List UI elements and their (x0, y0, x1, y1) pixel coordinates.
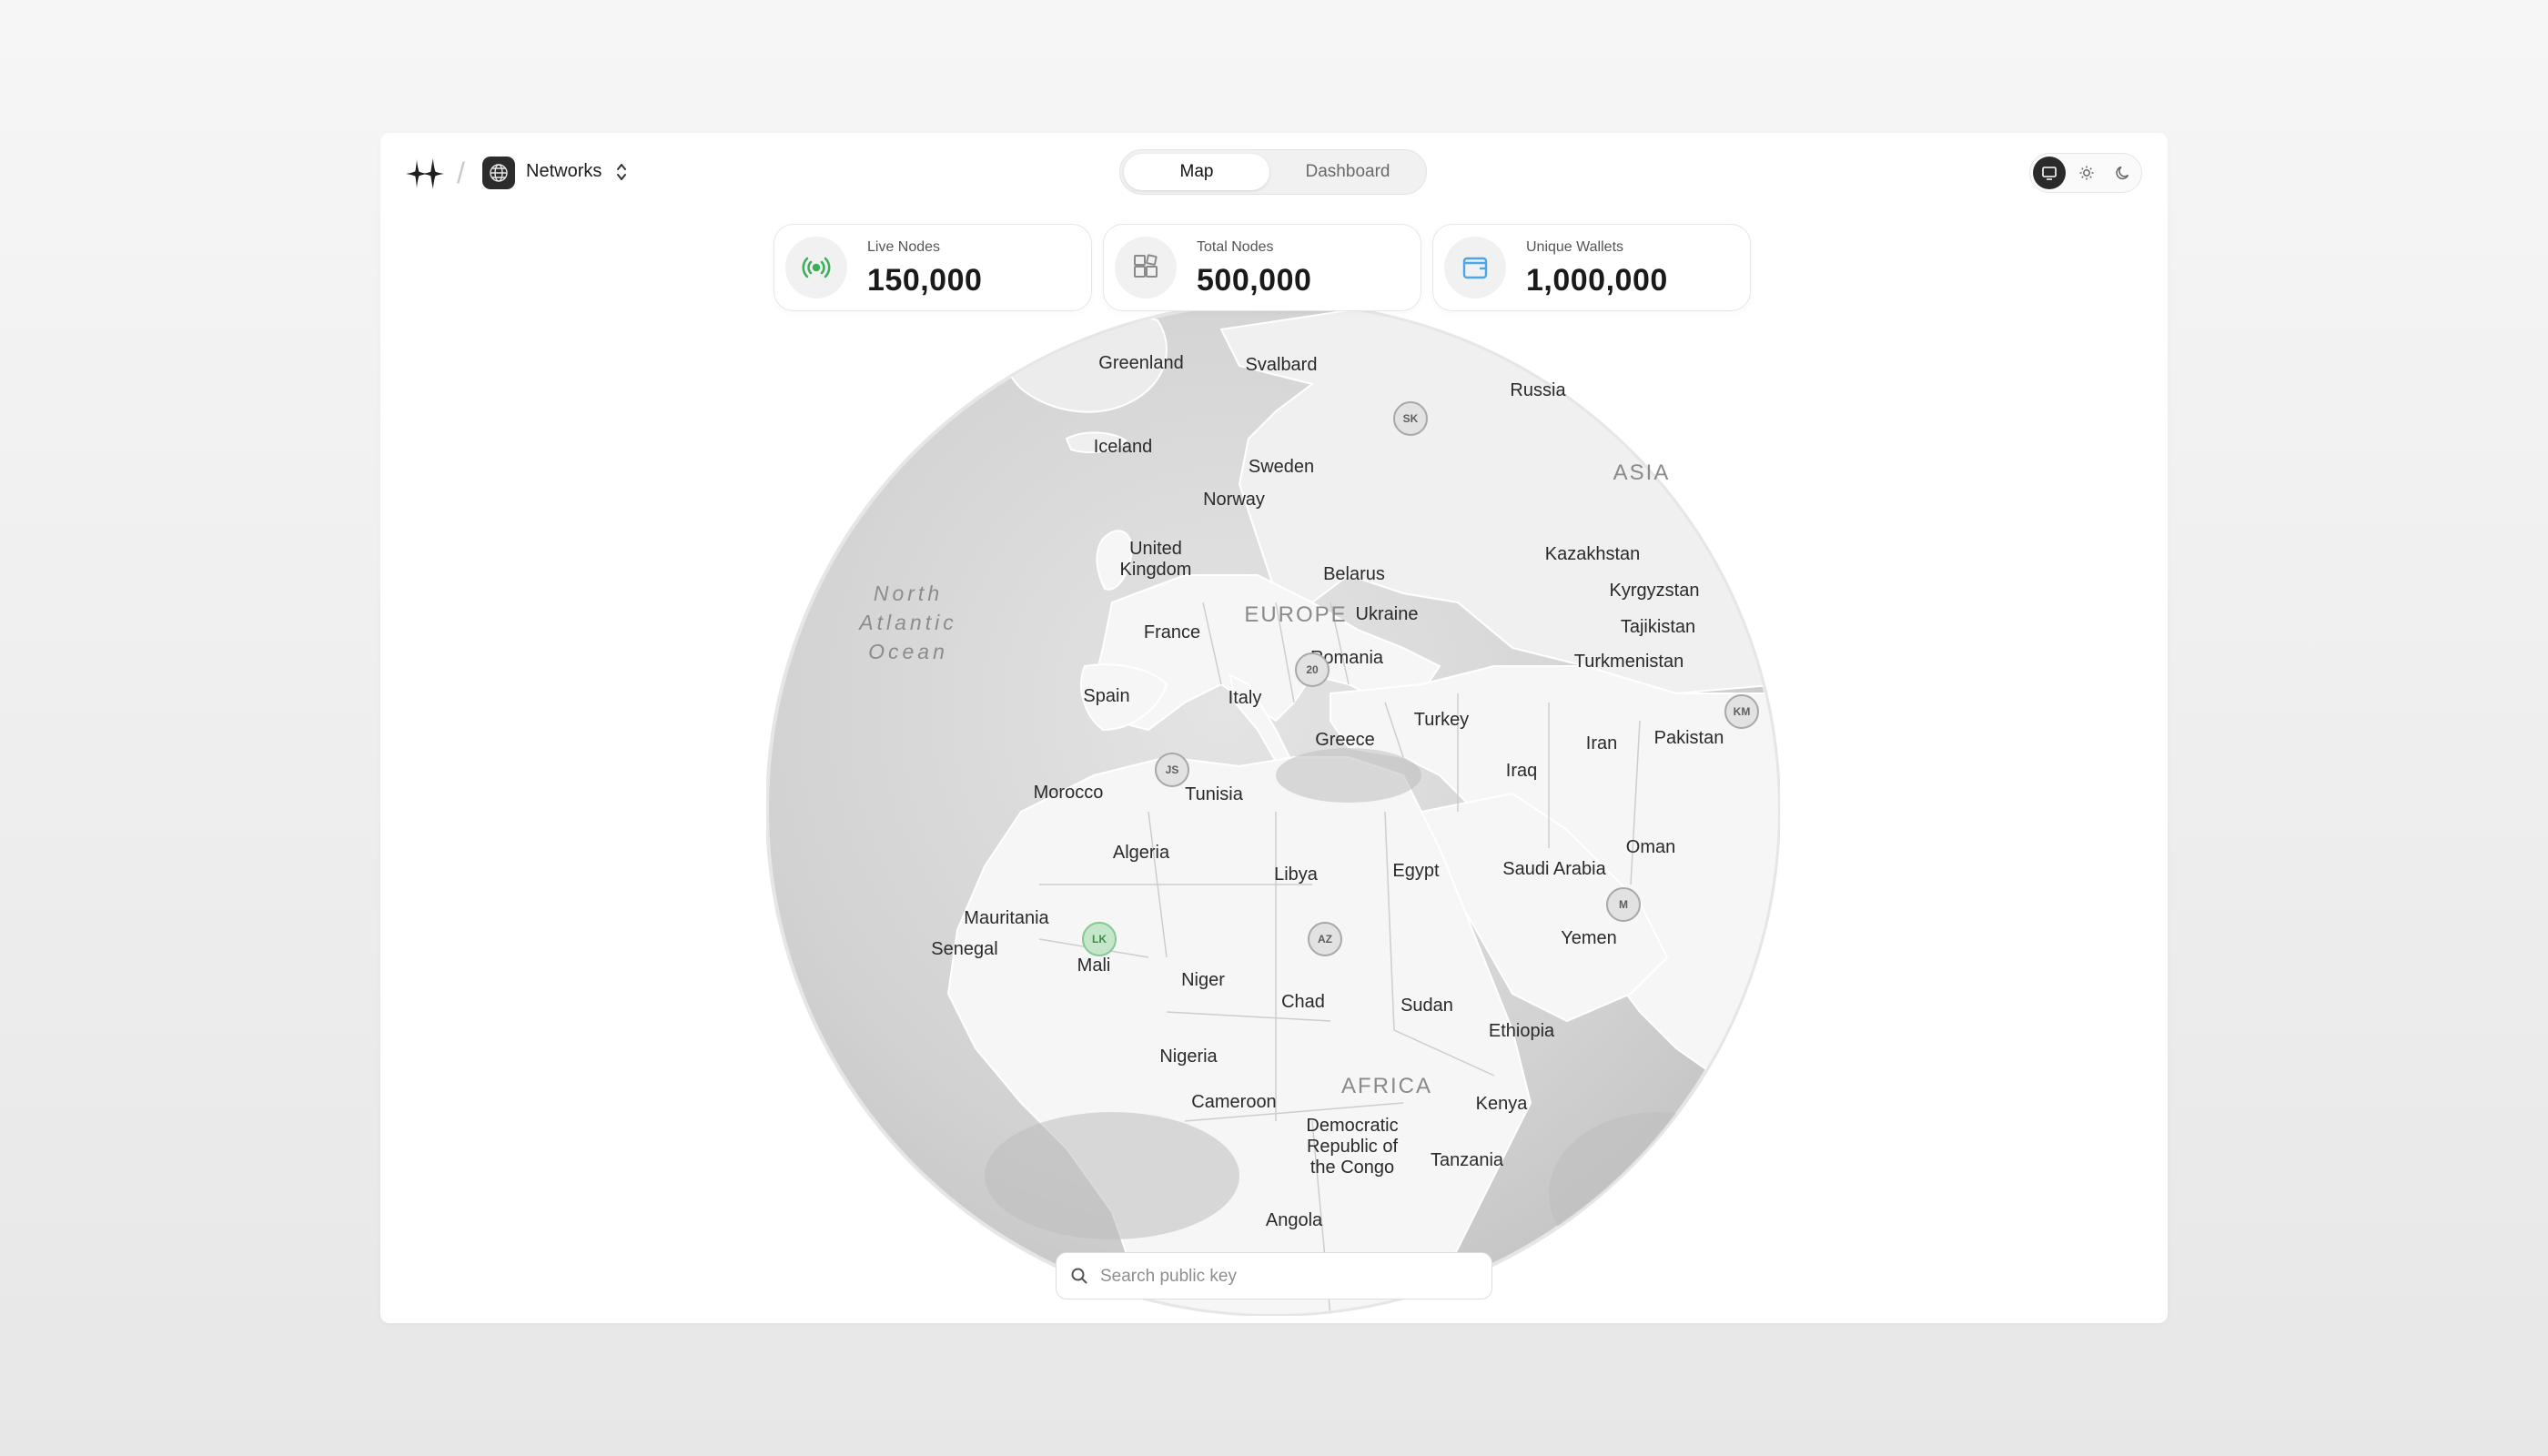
moon-icon[interactable] (2107, 157, 2139, 189)
stat-card-live-nodes: Live Nodes 150,000 (774, 224, 1092, 311)
map-label-italy: Italy (1228, 688, 1262, 708)
map-label-angola: Angola (1265, 1210, 1323, 1230)
stat-card-total-nodes: Total Nodes 500,000 (1103, 224, 1421, 311)
map-label-france: France (1143, 622, 1201, 642)
globe-icon[interactable] (482, 157, 515, 189)
sun-icon[interactable] (2070, 157, 2103, 189)
map-label-kenya: Kenya (1475, 1094, 1528, 1114)
map-label-tunisia: Tunisia (1185, 784, 1243, 804)
node-marker-sk[interactable]: SK (1393, 401, 1428, 436)
map-label-tajikistan: Tajikistan (1620, 617, 1696, 637)
map-label-asia: ASIA (1613, 460, 1671, 485)
node-marker-20[interactable]: 20 (1295, 652, 1330, 687)
grid-icon (1115, 237, 1177, 298)
map-label-mauritania: Mauritania (964, 908, 1049, 928)
broadcast-icon (785, 237, 847, 298)
view-tabs: Map Dashboard (1119, 149, 1427, 195)
map-label-ukraine: Ukraine (1355, 604, 1419, 624)
map-label-egypt: Egypt (1392, 861, 1440, 881)
stat-label: Unique Wallets (1526, 239, 1624, 255)
map-label-spain: Spain (1083, 686, 1130, 706)
node-marker-m[interactable]: M (1606, 887, 1641, 922)
map-label-yemen: Yemen (1561, 928, 1617, 948)
map-label-united-kingdom: United Kingdom (1119, 539, 1192, 580)
monitor-icon[interactable] (2033, 157, 2066, 189)
map-label-norway: Norway (1203, 490, 1265, 510)
map-label-iceland: Iceland (1093, 437, 1153, 457)
map-label-sweden: Sweden (1248, 457, 1315, 477)
map-label-oman: Oman (1625, 837, 1676, 857)
map-label-libya: Libya (1274, 864, 1318, 885)
map-label-europe: EUROPE (1244, 602, 1348, 627)
map-label-kazakhstan: Kazakhstan (1544, 544, 1641, 564)
map-label-chad: Chad (1281, 992, 1325, 1012)
map-label-svalbard: Svalbard (1245, 355, 1318, 375)
map-label-greenland: Greenland (1098, 353, 1184, 373)
map-label-russia: Russia (1510, 380, 1566, 400)
map-label-drc: Democratic Republic of the Congo (1306, 1116, 1399, 1178)
stat-card-unique-wallets: Unique Wallets 1,000,000 (1432, 224, 1751, 311)
map-label-nigeria: Nigeria (1159, 1046, 1218, 1067)
stat-value: 500,000 (1197, 263, 1312, 298)
network-selector-label[interactable]: Networks (526, 161, 602, 182)
chevron-up-down-icon[interactable] (615, 160, 628, 184)
node-marker-lk[interactable]: LK (1082, 922, 1117, 956)
map-label-morocco: Morocco (1033, 783, 1104, 803)
tab-dashboard[interactable]: Dashboard (1275, 154, 1421, 190)
map-label-iraq: Iraq (1505, 761, 1538, 781)
map-label-sudan: Sudan (1400, 996, 1453, 1016)
map-label-senegal: Senegal (931, 939, 998, 959)
map-label-saudi-arabia: Saudi Arabia (1502, 859, 1606, 879)
node-marker-km[interactable]: KM (1724, 694, 1759, 729)
stat-value: 150,000 (867, 263, 983, 298)
map-label-turkey: Turkey (1413, 710, 1470, 730)
breadcrumb-separator: / (457, 157, 465, 189)
wallet-icon (1444, 237, 1506, 298)
map-label-belarus: Belarus (1323, 564, 1385, 584)
map-label-niger: Niger (1181, 970, 1225, 990)
node-marker-js[interactable]: JS (1155, 753, 1189, 787)
stat-value: 1,000,000 (1526, 263, 1668, 298)
stat-label: Live Nodes (867, 239, 941, 255)
map-label-pakistan: Pakistan (1653, 728, 1724, 748)
map-label-tanzania: Tanzania (1430, 1150, 1504, 1170)
search-icon (1071, 1268, 1087, 1284)
search-public-key-input[interactable] (1098, 1260, 1484, 1293)
node-marker-az[interactable]: AZ (1308, 922, 1342, 956)
map-label-north-atlantic-ocean: North Atlantic Ocean (859, 581, 957, 663)
map-label-africa: AFRICA (1340, 1074, 1433, 1098)
tab-map[interactable]: Map (1124, 154, 1269, 190)
map-label-turkmenistan: Turkmenistan (1573, 652, 1684, 672)
map-label-mali: Mali (1077, 956, 1111, 976)
map-label-cameroon: Cameroon (1191, 1092, 1277, 1112)
map-label-kyrgyzstan: Kyrgyzstan (1609, 581, 1700, 601)
sparkle-logo-icon[interactable] (402, 155, 448, 193)
search-bar (1056, 1252, 1492, 1299)
world-globe-map[interactable] (766, 302, 1780, 1316)
map-label-ethiopia: Ethiopia (1488, 1021, 1555, 1041)
stat-label: Total Nodes (1197, 239, 1274, 255)
app-window: / Networks Map Dashboard Greenland Svalb… (380, 133, 2168, 1323)
theme-switcher (2029, 153, 2142, 193)
map-label-iran: Iran (1585, 733, 1618, 753)
map-label-algeria: Algeria (1112, 843, 1170, 863)
map-label-greece: Greece (1315, 730, 1375, 750)
